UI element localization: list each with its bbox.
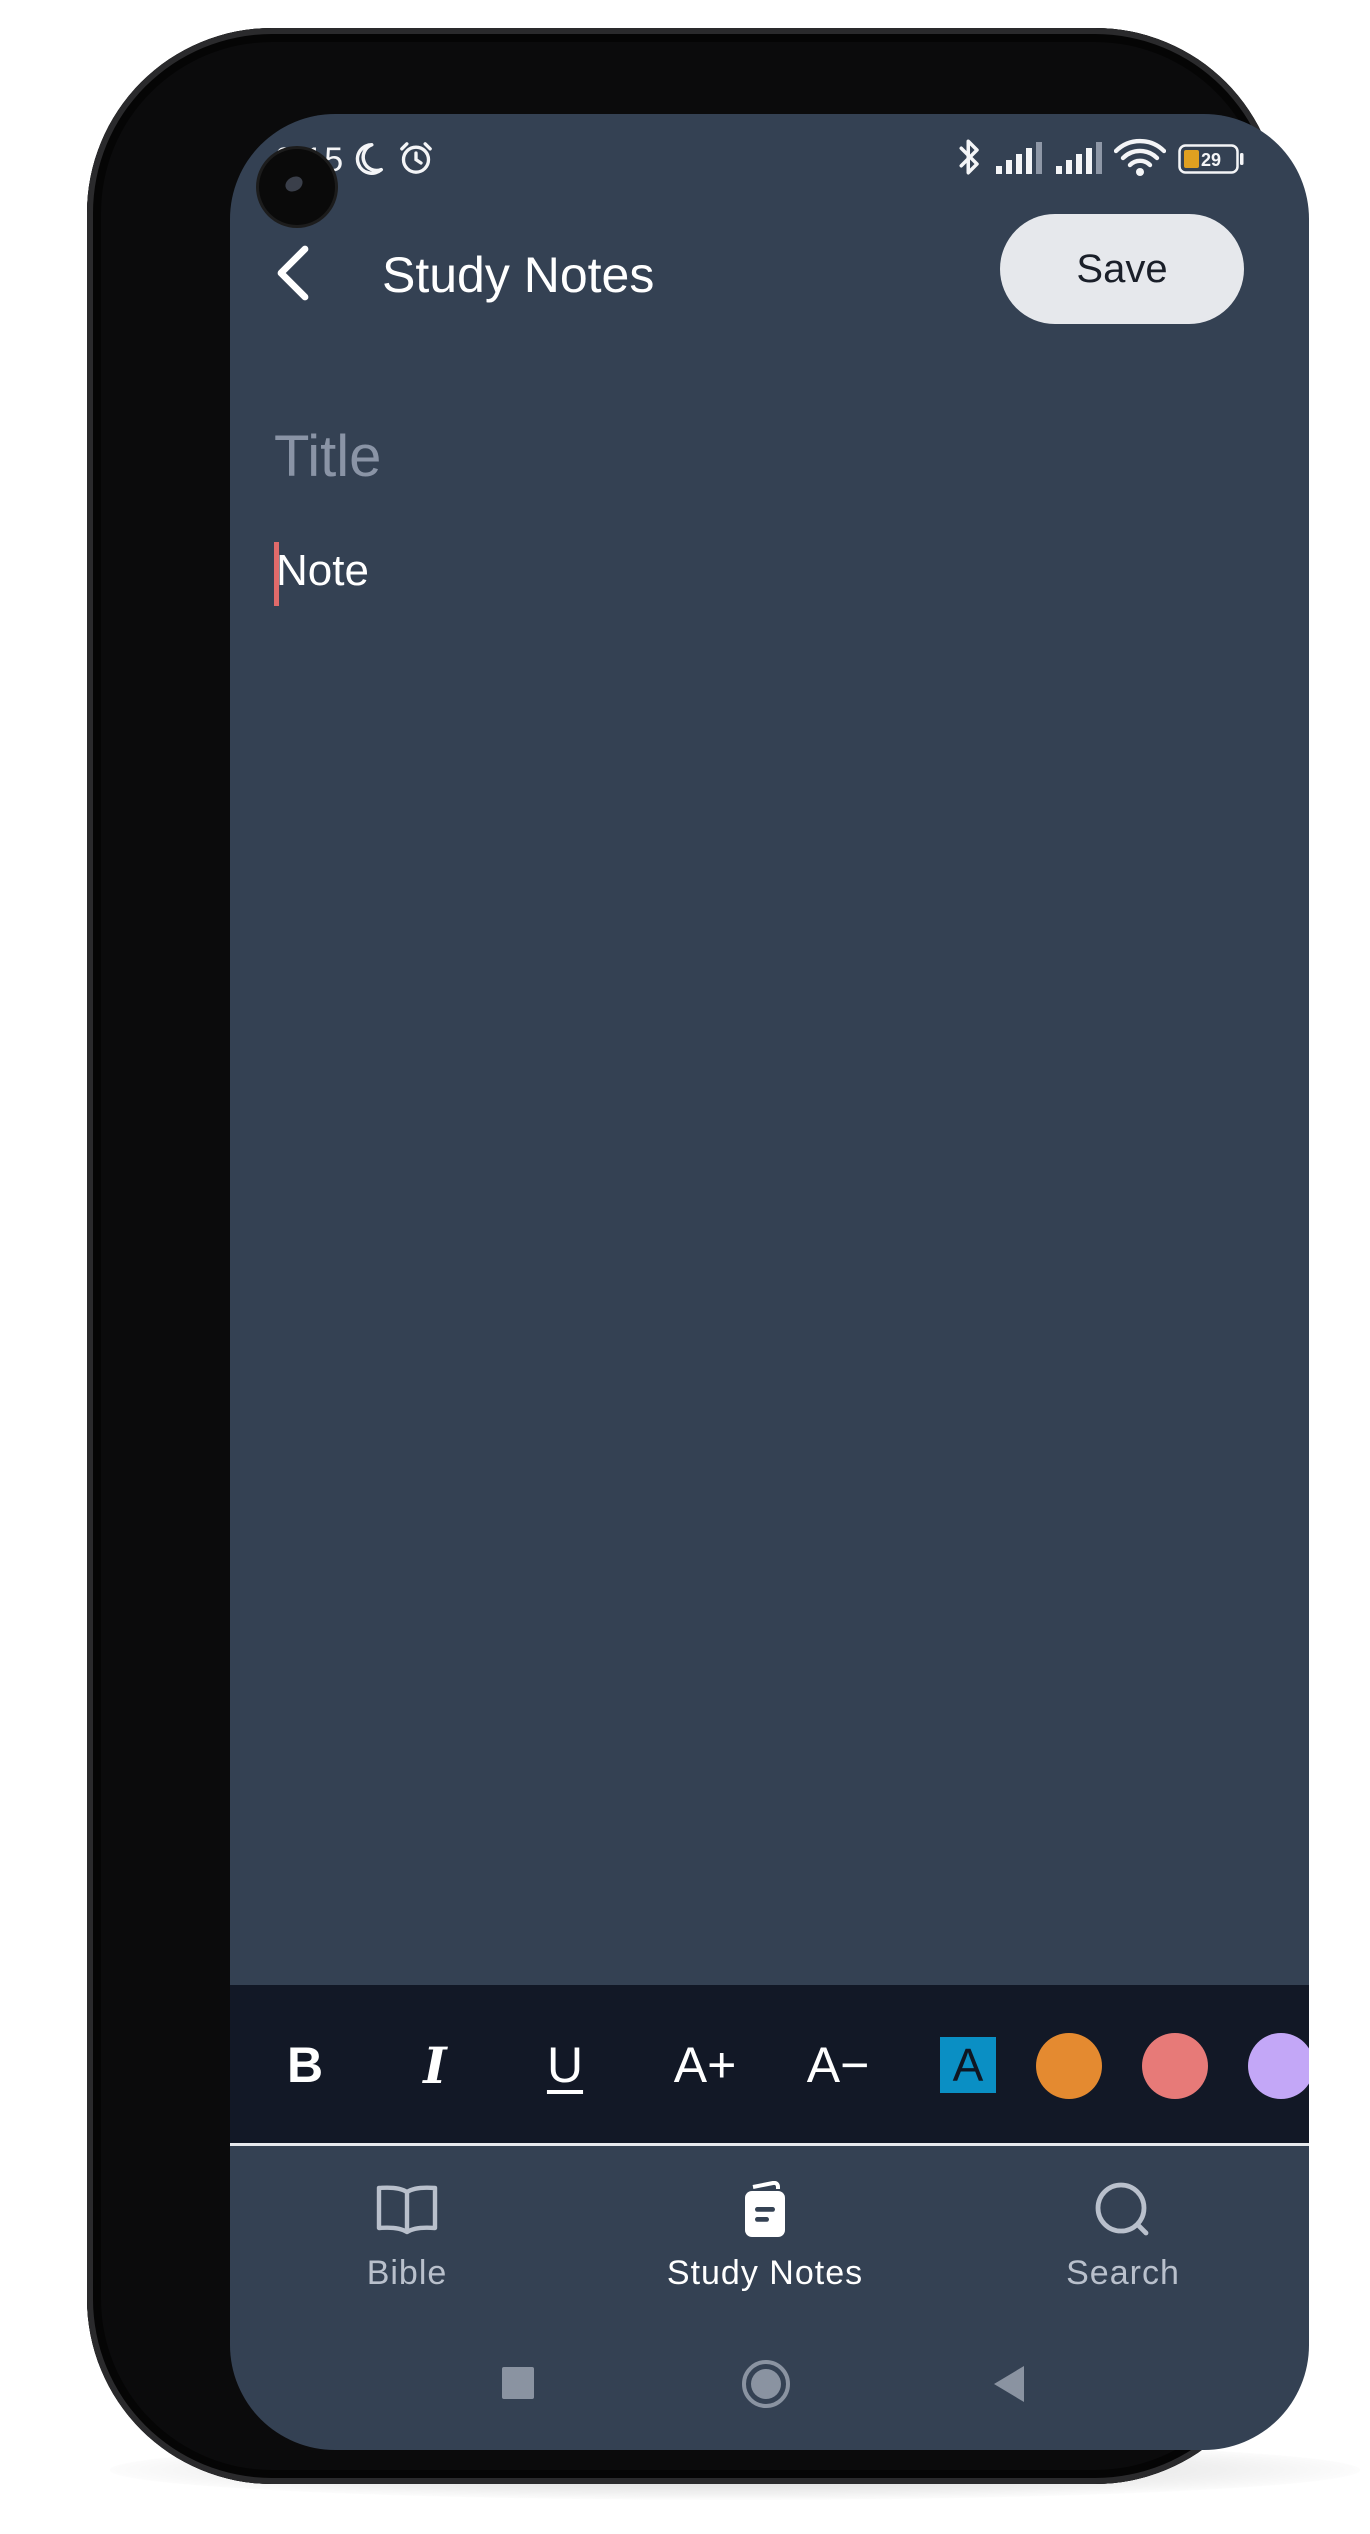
notes-icon — [741, 2180, 789, 2240]
text-color-button[interactable]: A — [940, 2037, 996, 2093]
save-button[interactable]: Save — [1000, 214, 1244, 324]
note-input[interactable]: Note — [274, 542, 1254, 622]
nav-item-bible[interactable]: Bible — [287, 2180, 527, 2293]
nav-item-search[interactable]: Search — [1003, 2180, 1243, 2293]
wifi-icon — [1113, 138, 1167, 182]
bluetooth-icon — [954, 136, 986, 182]
app-bar: Study Notes Save — [230, 214, 1309, 334]
decrease-font-button[interactable]: A− — [793, 2025, 883, 2105]
back-button[interactable] — [260, 242, 326, 308]
red-swatch[interactable] — [1142, 2033, 1208, 2099]
nav-item-study-notes[interactable]: Study Notes — [645, 2180, 885, 2293]
phone-frame: 6:15 29 — [87, 28, 1309, 2484]
chevron-left-icon — [271, 243, 315, 307]
status-bar: 6:15 29 — [230, 114, 1309, 225]
nav-label-search: Search — [1066, 2254, 1180, 2292]
screen: 6:15 29 — [230, 114, 1309, 2450]
bold-button[interactable]: B — [270, 2025, 340, 2105]
search-icon — [1093, 2180, 1153, 2240]
purple-swatch[interactable] — [1248, 2033, 1309, 2099]
recent-apps-button[interactable] — [502, 2367, 534, 2403]
title-input[interactable] — [274, 416, 1254, 496]
orange-swatch[interactable] — [1036, 2033, 1102, 2099]
moon-icon — [348, 140, 386, 182]
italic-button[interactable]: I — [400, 2025, 470, 2105]
alarm-icon — [396, 138, 436, 182]
signal-icon — [1054, 142, 1104, 180]
bottom-nav: Bible Study Notes Search — [230, 2146, 1309, 2316]
page-title: Study Notes — [382, 247, 655, 303]
battery-icon: 29 — [1178, 144, 1244, 178]
underline-button[interactable]: U — [530, 2025, 600, 2105]
note-placeholder: Note — [276, 546, 369, 595]
book-icon — [375, 2180, 439, 2240]
increase-font-button[interactable]: A+ — [660, 2025, 750, 2105]
nav-label-bible: Bible — [366, 2254, 448, 2292]
format-toolbar: B I U A+ A− A — [230, 1985, 1309, 2145]
back-nav-button[interactable] — [992, 2364, 1026, 2408]
signal-icon — [994, 142, 1044, 180]
system-nav-bar — [230, 2354, 1309, 2414]
home-button[interactable] — [741, 2359, 791, 2413]
battery-level: 29 — [1201, 150, 1221, 170]
nav-label-study-notes: Study Notes — [666, 2254, 864, 2292]
